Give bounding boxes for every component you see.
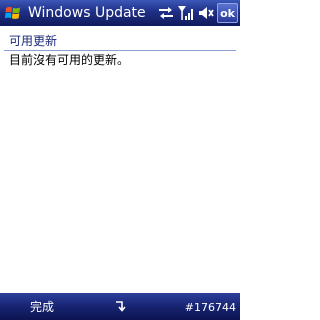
section-divider (4, 50, 236, 51)
sync-arrows-icon[interactable] (157, 4, 175, 22)
ok-button[interactable]: ok (217, 3, 238, 23)
image-id-label: #176744 (184, 301, 236, 314)
window-title: Windows Update (28, 5, 146, 21)
title-bar: Windows Update ok (0, 0, 240, 26)
windows-start-icon[interactable] (3, 3, 23, 23)
section-header: 可用更新 (9, 34, 58, 48)
screen: Windows Update ok 可用更新 目前沒有可用的更新。 完成 #17… (0, 0, 240, 320)
soft-key-bar: 完成 #176744 (0, 293, 240, 320)
status-icons (155, 4, 215, 22)
no-updates-message: 目前沒有可用的更新。 (9, 53, 130, 67)
done-softkey[interactable]: 完成 (30, 299, 54, 315)
signal-strength-icon[interactable] (177, 4, 195, 22)
keyboard-icon[interactable] (110, 298, 130, 314)
speaker-icon[interactable] (197, 4, 215, 22)
